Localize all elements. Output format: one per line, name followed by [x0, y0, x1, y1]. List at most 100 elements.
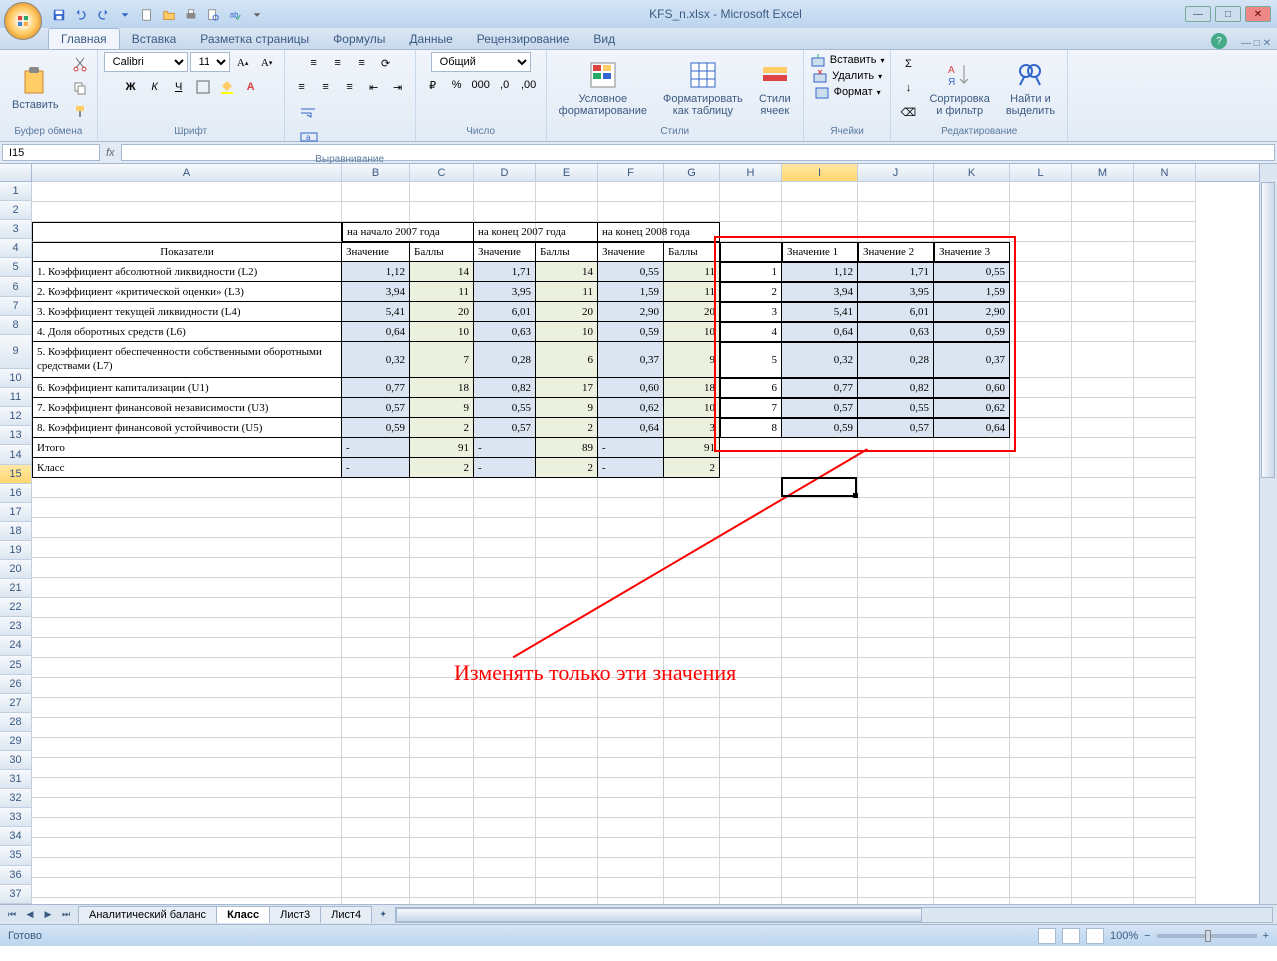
cell-C12[interactable]: 2: [410, 418, 474, 438]
cell-F9[interactable]: 0,37: [598, 342, 664, 378]
col-header-G[interactable]: G: [664, 164, 720, 182]
cell-E11[interactable]: 9: [536, 398, 598, 418]
cell-E9[interactable]: 6: [536, 342, 598, 378]
sheet-tab-2[interactable]: Лист3: [269, 906, 321, 923]
normal-view-button[interactable]: [1038, 928, 1056, 944]
delete-cells-button[interactable]: Удалить: [830, 68, 876, 84]
fx-icon[interactable]: fx: [106, 147, 115, 159]
page-layout-view-button[interactable]: [1062, 928, 1080, 944]
cell-D12[interactable]: 0,57: [474, 418, 536, 438]
cell-F3[interactable]: на конец 2008 года: [598, 222, 720, 242]
minimize-button[interactable]: —: [1185, 6, 1211, 22]
row-header-27[interactable]: 27: [0, 694, 32, 713]
fill-button[interactable]: ↓: [897, 77, 919, 99]
insert-cells-button[interactable]: Вставить: [828, 52, 879, 68]
cell-K10[interactable]: 0,60: [934, 378, 1010, 398]
row-header-29[interactable]: 29: [0, 732, 32, 751]
row-header-30[interactable]: 30: [0, 751, 32, 770]
row-header-23[interactable]: 23: [0, 617, 32, 636]
ribbon-tab-5[interactable]: Рецензирование: [465, 29, 582, 49]
autosum-button[interactable]: Σ: [897, 53, 919, 75]
col-header-F[interactable]: F: [598, 164, 664, 182]
cell-B10[interactable]: 0,77: [342, 378, 410, 398]
cell-E10[interactable]: 17: [536, 378, 598, 398]
clear-button[interactable]: ⌫: [897, 101, 919, 123]
cell-D13[interactable]: -: [474, 438, 536, 458]
cell-F5[interactable]: 0,55: [598, 262, 664, 282]
cell-I9[interactable]: 0,32: [782, 342, 858, 378]
cell-A3[interactable]: [32, 222, 342, 242]
cell-H5[interactable]: 1: [720, 262, 782, 282]
cell-E6[interactable]: 11: [536, 282, 598, 302]
row-header-24[interactable]: 24: [0, 636, 32, 655]
find-select-button[interactable]: Найти и выделить: [1000, 55, 1061, 121]
currency-button[interactable]: ₽: [422, 74, 444, 96]
cell-J11[interactable]: 0,55: [858, 398, 934, 418]
qat-preview[interactable]: [204, 6, 222, 24]
cell-K8[interactable]: 0,59: [934, 322, 1010, 342]
fill-color-button[interactable]: [216, 76, 238, 98]
cell-B6[interactable]: 3,94: [342, 282, 410, 302]
row-header-31[interactable]: 31: [0, 770, 32, 789]
cell-I10[interactable]: 0,77: [782, 378, 858, 398]
ribbon-tab-1[interactable]: Вставка: [120, 29, 189, 49]
zoom-level[interactable]: 100%: [1110, 930, 1138, 942]
sheet-tab-1[interactable]: Класс: [216, 906, 270, 923]
italic-button[interactable]: К: [144, 76, 166, 98]
qat-open[interactable]: [160, 6, 178, 24]
horizontal-scrollbar[interactable]: [395, 907, 1273, 923]
row-header-12[interactable]: 12: [0, 407, 32, 426]
cell-A5[interactable]: 1. Коэффициент абсолютной ликвидности (L…: [32, 262, 342, 282]
ribbon-tab-3[interactable]: Формулы: [321, 29, 397, 49]
help-button[interactable]: ?: [1211, 33, 1227, 49]
row-header-3[interactable]: 3: [0, 220, 32, 239]
col-header-A[interactable]: A: [32, 164, 342, 182]
increase-font-button[interactable]: A▴: [232, 52, 254, 74]
ribbon-tab-6[interactable]: Вид: [581, 29, 627, 49]
underline-button[interactable]: Ч: [168, 76, 190, 98]
sort-filter-button[interactable]: АЯ Сортировка и фильтр: [923, 55, 995, 121]
comma-button[interactable]: 000: [470, 74, 492, 96]
cell-J6[interactable]: 3,95: [858, 282, 934, 302]
cell-I11[interactable]: 0,57: [782, 398, 858, 418]
cell-D8[interactable]: 0,63: [474, 322, 536, 342]
format-painter-button[interactable]: [69, 101, 91, 123]
close-button[interactable]: ✕: [1245, 6, 1271, 22]
cell-E14[interactable]: 2: [536, 458, 598, 478]
cell-K7[interactable]: 2,90: [934, 302, 1010, 322]
cell-G7[interactable]: 20: [664, 302, 720, 322]
row-header-37[interactable]: 37: [0, 885, 32, 904]
cell-F7[interactable]: 2,90: [598, 302, 664, 322]
cell-I8[interactable]: 0,64: [782, 322, 858, 342]
row-header-9[interactable]: 9: [0, 335, 32, 369]
cell-C8[interactable]: 10: [410, 322, 474, 342]
cell-E12[interactable]: 2: [536, 418, 598, 438]
select-all-corner[interactable]: [0, 164, 32, 182]
conditional-formatting-button[interactable]: Условное форматирование: [553, 55, 653, 121]
maximize-button[interactable]: □: [1215, 6, 1241, 22]
cell-G13[interactable]: 91: [664, 438, 720, 458]
sheet-nav-next[interactable]: ▶: [40, 907, 56, 923]
cut-button[interactable]: [69, 53, 91, 75]
cell-K4[interactable]: Значение 3: [934, 242, 1010, 262]
ribbon-tab-2[interactable]: Разметка страницы: [188, 29, 321, 49]
cell-B13[interactable]: -: [342, 438, 410, 458]
cell-A8[interactable]: 4. Доля оборотных средств (L6): [32, 322, 342, 342]
row-header-8[interactable]: 8: [0, 316, 32, 335]
cell-E4[interactable]: Баллы: [536, 242, 598, 262]
cell-A11[interactable]: 7. Коэффициент финансовой независимости …: [32, 398, 342, 418]
font-name-select[interactable]: Calibri: [104, 52, 188, 72]
cell-D11[interactable]: 0,55: [474, 398, 536, 418]
cell-B14[interactable]: -: [342, 458, 410, 478]
cell-D7[interactable]: 6,01: [474, 302, 536, 322]
font-size-select[interactable]: 11: [190, 52, 230, 72]
qat-new[interactable]: [138, 6, 156, 24]
cell-D14[interactable]: -: [474, 458, 536, 478]
cell-A14[interactable]: Класс: [32, 458, 342, 478]
cell-K9[interactable]: 0,37: [934, 342, 1010, 378]
row-header-10[interactable]: 10: [0, 369, 32, 388]
cell-H8[interactable]: 4: [720, 322, 782, 342]
orientation-button[interactable]: ⟳: [375, 52, 397, 74]
cell-C7[interactable]: 20: [410, 302, 474, 322]
col-header-K[interactable]: K: [934, 164, 1010, 182]
